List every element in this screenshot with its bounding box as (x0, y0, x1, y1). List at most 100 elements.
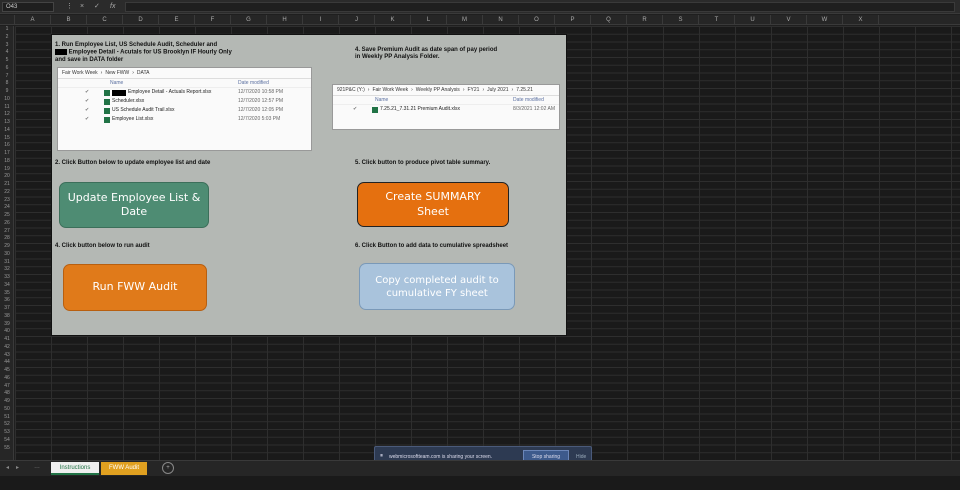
row-header[interactable]: 1 (0, 26, 14, 32)
row-header[interactable]: 43 (0, 352, 14, 358)
column-header[interactable]: P (555, 15, 591, 25)
column-header[interactable]: S (663, 15, 699, 25)
row-header[interactable]: 54 (0, 437, 14, 443)
row-header[interactable]: 35 (0, 290, 14, 296)
row-header[interactable]: 42 (0, 344, 14, 350)
column-header[interactable]: C (87, 15, 123, 25)
row-header[interactable]: 45 (0, 367, 14, 373)
row-header[interactable]: 3 (0, 42, 14, 48)
file-row[interactable]: ✔ Employee List.xlsx 12/7/2020 5:03 PM (58, 115, 311, 124)
row-header[interactable]: 11 (0, 104, 14, 110)
column-header[interactable]: I (303, 15, 339, 25)
row-header[interactable]: 34 (0, 282, 14, 288)
row-header[interactable]: 4 (0, 49, 14, 55)
row-header[interactable]: 16 (0, 142, 14, 148)
cancel-icon[interactable]: × (80, 2, 84, 12)
column-header[interactable]: E (159, 15, 195, 25)
row-header[interactable]: 37 (0, 305, 14, 311)
file-row[interactable]: ✔ Scheduler.xlsx 12/7/2020 12:57 PM (58, 97, 311, 106)
row-header[interactable]: 20 (0, 173, 14, 179)
column-header[interactable]: F (195, 15, 231, 25)
file-row[interactable]: ✔ Employee Detail - Actuals Report.xlsx 12… (58, 88, 311, 97)
row-header[interactable]: 5 (0, 57, 14, 63)
row-header[interactable]: 15 (0, 135, 14, 141)
column-header[interactable]: O (519, 15, 555, 25)
more-sheets-icon[interactable]: … (34, 464, 40, 470)
breadcrumb-item[interactable]: Fair Work Week (372, 87, 408, 93)
copy-to-cumulative-button[interactable]: Copy completed audit to cumulative FY sh… (359, 263, 515, 310)
row-header[interactable]: 44 (0, 359, 14, 365)
breadcrumb-item[interactable]: July 2021 (487, 87, 508, 93)
row-header[interactable]: 19 (0, 166, 14, 172)
tab-fww-audit[interactable]: FWW Audit (101, 462, 147, 475)
row-header[interactable]: 7 (0, 73, 14, 79)
row-header[interactable]: 17 (0, 150, 14, 156)
column-header[interactable]: W (807, 15, 843, 25)
breadcrumb-item[interactable]: Fair Work Week (62, 70, 98, 76)
row-header[interactable]: 25 (0, 212, 14, 218)
file-row[interactable]: ✔ US Schedule Audit Trail.xlsx 12/7/2020 1… (58, 106, 311, 115)
row-header[interactable]: 29 (0, 243, 14, 249)
column-header[interactable]: B (51, 15, 87, 25)
column-header[interactable]: Q (591, 15, 627, 25)
fx-icon[interactable]: fx (110, 2, 115, 12)
row-header[interactable]: 47 (0, 383, 14, 389)
row-header[interactable]: 12 (0, 111, 14, 117)
column-header[interactable]: G (231, 15, 267, 25)
row-header[interactable]: 33 (0, 274, 14, 280)
tab-instructions[interactable]: Instructions (51, 462, 99, 475)
row-header[interactable]: 13 (0, 119, 14, 125)
row-header[interactable]: 46 (0, 375, 14, 381)
row-header[interactable]: 38 (0, 313, 14, 319)
add-sheet-icon[interactable]: + (162, 462, 174, 474)
select-all-corner[interactable] (0, 15, 15, 25)
column-header[interactable]: A (15, 15, 51, 25)
row-header[interactable]: 50 (0, 406, 14, 412)
run-fww-audit-button[interactable]: Run FWW Audit (63, 264, 207, 311)
row-header[interactable]: 2 (0, 34, 14, 40)
scroll-left-icon[interactable]: ◂ (6, 464, 9, 471)
enter-icon[interactable]: ✓ (94, 2, 100, 12)
row-header[interactable]: 40 (0, 328, 14, 334)
breadcrumb-item[interactable]: 7.25.21 (516, 87, 533, 93)
row-header[interactable]: 22 (0, 189, 14, 195)
breadcrumb-item[interactable]: FY21 (467, 87, 479, 93)
column-header[interactable]: D (123, 15, 159, 25)
row-header[interactable]: 23 (0, 197, 14, 203)
row-header[interactable]: 36 (0, 297, 14, 303)
more-options-icon[interactable]: ⋮ (66, 2, 73, 12)
create-summary-sheet-button[interactable]: Create SUMMARY Sheet (357, 182, 509, 227)
column-header[interactable]: L (411, 15, 447, 25)
update-employee-list-button[interactable]: Update Employee List & Date (59, 182, 209, 228)
row-header[interactable]: 41 (0, 336, 14, 342)
column-header[interactable]: X (843, 15, 879, 25)
row-header[interactable]: 8 (0, 80, 14, 86)
file-row[interactable]: ✔ 7.25.21_7.31.21 Premium Audit.xlsx 8/3/2… (333, 105, 559, 114)
breadcrumb-item[interactable]: DATA (137, 70, 150, 76)
row-header[interactable]: 14 (0, 127, 14, 133)
row-header[interactable]: 9 (0, 88, 14, 94)
row-header[interactable]: 55 (0, 445, 14, 451)
row-header[interactable]: 49 (0, 398, 14, 404)
breadcrumb-item[interactable]: Weekly PP Analysis (416, 87, 460, 93)
column-header[interactable]: N (483, 15, 519, 25)
row-header[interactable]: 39 (0, 321, 14, 327)
row-header[interactable]: 26 (0, 220, 14, 226)
column-header[interactable]: T (699, 15, 735, 25)
breadcrumb-item[interactable]: New FWW (105, 70, 129, 76)
column-header[interactable]: H (267, 15, 303, 25)
breadcrumb-item[interactable]: 921P&C (Y:) (337, 87, 365, 93)
row-header[interactable]: 51 (0, 414, 14, 420)
column-header[interactable]: M (447, 15, 483, 25)
row-header[interactable]: 30 (0, 251, 14, 257)
row-header[interactable]: 24 (0, 204, 14, 210)
row-header[interactable]: 10 (0, 96, 14, 102)
column-header[interactable]: J (339, 15, 375, 25)
row-header[interactable]: 6 (0, 65, 14, 71)
row-header[interactable]: 52 (0, 421, 14, 427)
name-box[interactable]: O43 (2, 2, 54, 12)
column-header[interactable]: U (735, 15, 771, 25)
row-header[interactable]: 48 (0, 390, 14, 396)
row-header[interactable]: 18 (0, 158, 14, 164)
row-header[interactable]: 32 (0, 266, 14, 272)
